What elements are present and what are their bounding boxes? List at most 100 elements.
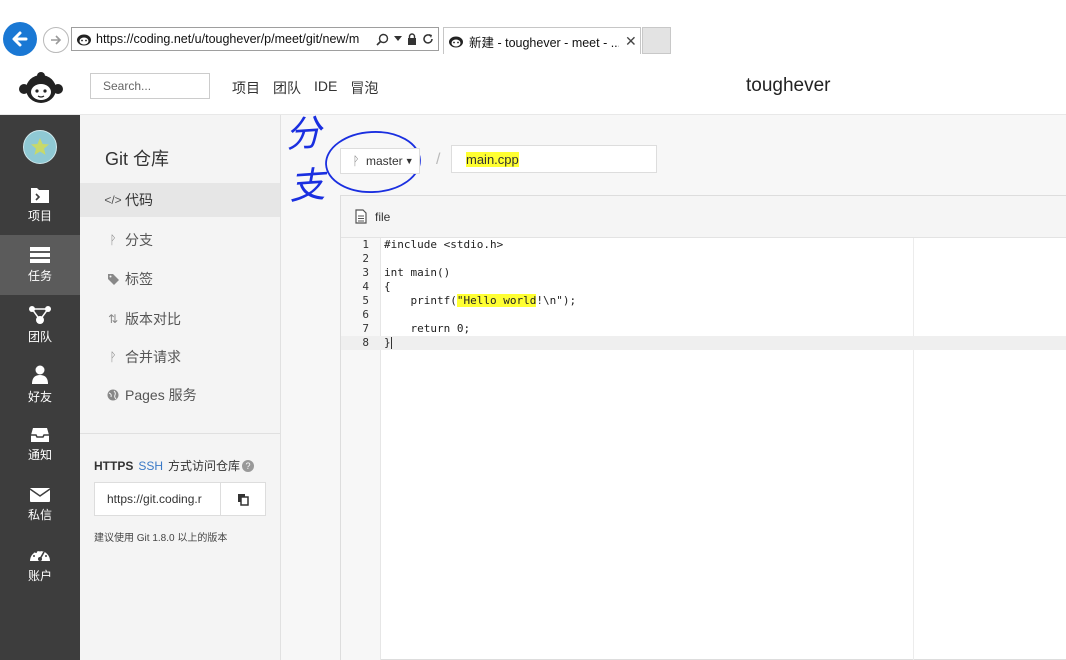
search-icon[interactable] bbox=[376, 33, 389, 46]
annotation-text: 分支 bbox=[284, 112, 327, 209]
code-line[interactable]: 5 printf("Hello world!\n"); bbox=[341, 294, 1066, 308]
branch-selector[interactable]: ᚹ master ▼ bbox=[340, 148, 420, 174]
code-line[interactable]: 6 bbox=[341, 308, 1066, 322]
repo-menu-label: 代码 bbox=[125, 192, 153, 208]
filename-input[interactable]: main.cpp bbox=[451, 145, 657, 173]
sidebar-item-projects[interactable]: 项目 bbox=[0, 175, 80, 235]
caret-down-icon: ▼ bbox=[404, 156, 414, 166]
envelope-icon bbox=[29, 488, 51, 502]
line-number: 5 bbox=[362, 294, 369, 307]
dashboard-icon bbox=[30, 549, 50, 561]
avatar[interactable] bbox=[23, 130, 57, 164]
clone-url-input[interactable]: https://git.coding.r bbox=[95, 483, 221, 515]
browser-tab[interactable]: 新建 - toughever - meet - ... ✕ bbox=[443, 27, 641, 54]
help-icon[interactable]: ? bbox=[242, 459, 255, 472]
team-icon bbox=[29, 306, 51, 324]
globe-icon bbox=[106, 389, 120, 401]
filename-value: main.cpp bbox=[466, 151, 519, 167]
coding-logo-icon[interactable] bbox=[18, 70, 64, 104]
divider bbox=[80, 433, 280, 434]
code-icon: </> bbox=[104, 193, 122, 207]
main-nav: 项目 团队 IDE 冒泡 bbox=[232, 78, 378, 98]
arrow-left-icon bbox=[12, 31, 28, 47]
lock-icon[interactable] bbox=[407, 33, 417, 45]
line-content: return 0; bbox=[384, 322, 471, 335]
sidebar-item-team[interactable]: 团队 bbox=[0, 295, 80, 355]
code-line[interactable]: 4{ bbox=[341, 280, 1066, 294]
line-number: 1 bbox=[362, 238, 369, 251]
branch-icon: ᚹ bbox=[352, 154, 360, 168]
inbox-icon bbox=[31, 428, 49, 442]
sidebar-item-friends[interactable]: 好友 bbox=[0, 355, 80, 415]
nav-teams[interactable]: 团队 bbox=[273, 78, 301, 98]
repo-menu-label: 分支 bbox=[125, 232, 153, 248]
line-content: printf("Hello world!\n"); bbox=[384, 294, 577, 307]
repo-menu-code[interactable]: </> 代码 bbox=[80, 183, 280, 217]
address-bar[interactable]: https://coding.net/u/toughever/p/meet/gi… bbox=[71, 27, 439, 51]
line-number: 2 bbox=[362, 252, 369, 265]
code-area[interactable]: 1 #include <stdio.h> 2 3 int main() 4{5 print… bbox=[341, 238, 1066, 660]
ssh-option[interactable]: SSH bbox=[138, 459, 163, 473]
repo-menu-label: Pages 服务 bbox=[125, 387, 197, 403]
repo-title: Git 仓库 bbox=[105, 149, 170, 169]
sidebar-item-notifications[interactable]: 通知 bbox=[0, 415, 80, 475]
tab-favicon-icon bbox=[447, 32, 465, 50]
back-button[interactable] bbox=[3, 22, 37, 56]
repo-menu-label: 合并请求 bbox=[125, 349, 181, 365]
repo-sidebar: Git 仓库 </> 代码 ᚹ 分支 标签 ⇅ 版本对比 ᚹ 合并请求 Page… bbox=[80, 115, 281, 660]
https-option[interactable]: HTTPS bbox=[94, 459, 133, 473]
line-content: int main() bbox=[384, 266, 451, 279]
new-tab-button[interactable] bbox=[642, 27, 671, 54]
browser-chrome: https://coding.net/u/toughever/p/meet/gi… bbox=[0, 0, 1066, 58]
code-line[interactable]: 1 #include <stdio.h> bbox=[341, 238, 1066, 252]
code-line[interactable]: 2 bbox=[341, 252, 1066, 266]
user-icon bbox=[32, 365, 48, 384]
access-label: 方式访问仓库 bbox=[168, 459, 241, 473]
file-header: file bbox=[341, 196, 1066, 238]
repo-menu-merge-requests[interactable]: ᚹ 合并请求 bbox=[80, 340, 280, 374]
branch-name: master bbox=[366, 154, 403, 168]
username[interactable]: toughever bbox=[746, 75, 831, 97]
git-version-hint: 建议使用 Git 1.8.0 以上的版本 bbox=[94, 533, 228, 544]
line-content bbox=[381, 308, 384, 322]
forward-button[interactable] bbox=[43, 27, 69, 53]
refresh-icon[interactable] bbox=[422, 33, 434, 45]
sidebar-item-messages[interactable]: 私信 bbox=[0, 475, 80, 535]
line-content: { bbox=[384, 280, 391, 293]
sidebar-item-account[interactable]: 账户 bbox=[0, 535, 80, 595]
search-input[interactable] bbox=[90, 73, 210, 99]
sidebar-item-label: 账户 bbox=[27, 569, 52, 583]
repo-menu-pages[interactable]: Pages 服务 bbox=[80, 378, 280, 412]
line-number: 6 bbox=[362, 308, 369, 321]
repo-menu-compare[interactable]: ⇅ 版本对比 bbox=[80, 302, 280, 336]
dropdown-arrow-icon[interactable] bbox=[394, 36, 402, 42]
compare-icon: ⇅ bbox=[107, 312, 119, 326]
clone-url-box: https://git.coding.r bbox=[94, 482, 266, 516]
file-icon bbox=[355, 209, 367, 224]
arrow-right-icon bbox=[51, 35, 62, 45]
sidebar-item-label: 私信 bbox=[27, 508, 52, 522]
nav-projects[interactable]: 项目 bbox=[232, 78, 260, 98]
code-editor: file 1 #include <stdio.h> 2 3 int main() 4{5 … bbox=[340, 195, 1066, 660]
line-content: #include <stdio.h> bbox=[384, 238, 504, 251]
nav-bubble[interactable]: 冒泡 bbox=[350, 78, 378, 98]
code-line[interactable]: 3 int main() bbox=[341, 266, 1066, 280]
tag-icon bbox=[106, 273, 120, 285]
code-line[interactable]: 7 return 0; bbox=[341, 322, 1066, 336]
tasks-icon bbox=[30, 247, 50, 263]
site-header: 项目 团队 IDE 冒泡 toughever bbox=[0, 58, 1066, 115]
line-content: } bbox=[384, 336, 392, 349]
code-line[interactable]: 8} bbox=[341, 336, 1066, 350]
sidebar-item-tasks[interactable]: 任务 bbox=[0, 235, 80, 295]
copy-button[interactable] bbox=[221, 483, 265, 515]
repo-menu-tags[interactable]: 标签 bbox=[80, 262, 280, 296]
access-method: HTTPS SSH 方式访问仓库 ? bbox=[94, 457, 255, 474]
tab-close-icon[interactable]: ✕ bbox=[625, 33, 637, 50]
address-url[interactable]: https://coding.net/u/toughever/p/meet/gi… bbox=[96, 32, 376, 46]
repo-menu-branches[interactable]: ᚹ 分支 bbox=[80, 223, 280, 257]
line-number: 8 bbox=[362, 336, 369, 349]
nav-ide[interactable]: IDE bbox=[314, 78, 337, 98]
line-number: 7 bbox=[362, 322, 369, 335]
folder-icon bbox=[31, 188, 49, 203]
star-icon bbox=[31, 138, 49, 155]
